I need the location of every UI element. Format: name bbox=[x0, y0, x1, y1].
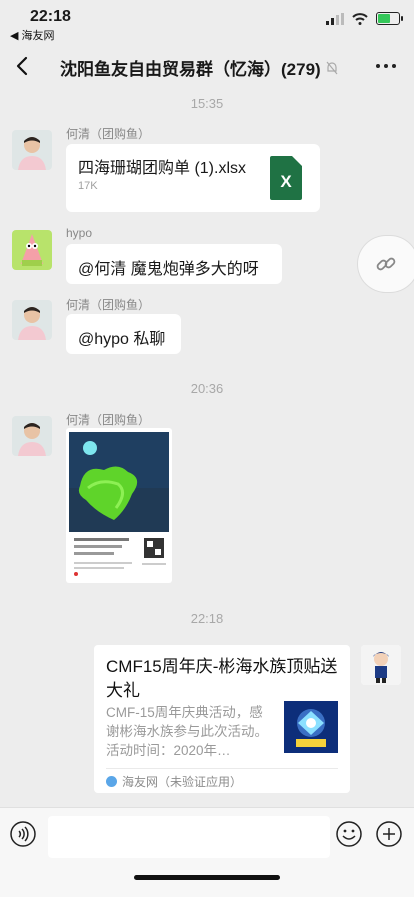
back-arrow-icon[interactable] bbox=[12, 53, 34, 79]
avatar[interactable] bbox=[12, 416, 52, 456]
wifi-icon bbox=[352, 12, 368, 25]
link-icon bbox=[376, 257, 396, 271]
link-card-message[interactable]: CMF15周年庆-彬海水族顶贴送大礼 CMF-15周年庆典活动，感谢彬海水族参与… bbox=[94, 645, 350, 793]
input-bar bbox=[0, 807, 414, 897]
avatar[interactable] bbox=[12, 300, 52, 340]
text-message[interactable]: @何清 魔鬼炮弹多大的呀 bbox=[66, 244, 282, 284]
battery-icon bbox=[376, 12, 403, 25]
avatar[interactable] bbox=[12, 130, 52, 170]
more-options-icon[interactable] bbox=[376, 64, 396, 68]
sender-name: 何清（团购鱼） bbox=[66, 413, 151, 427]
my-avatar[interactable] bbox=[361, 645, 401, 685]
card-divider bbox=[106, 768, 338, 769]
message-text: @何清 魔鬼炮弹多大的呀 bbox=[78, 261, 259, 278]
source-app-icon bbox=[106, 776, 117, 787]
status-icons bbox=[326, 12, 403, 25]
sender-name: 何清（团购鱼） bbox=[66, 127, 151, 141]
timestamp: 20:36 bbox=[190, 381, 224, 396]
plus-icon[interactable] bbox=[376, 821, 402, 847]
card-thumbnail bbox=[284, 701, 338, 753]
status-bar: 22:18 ◀ 海友网 bbox=[0, 0, 414, 44]
chat-title: 沈阳鱼友自由贸易群（忆海）(279) bbox=[60, 60, 321, 79]
file-size: 17K bbox=[78, 180, 98, 192]
chat-header: 沈阳鱼友自由贸易群（忆海）(279) bbox=[0, 44, 414, 88]
card-source: 海友网（未验证应用） bbox=[106, 773, 242, 790]
timestamp: 15:35 bbox=[190, 96, 224, 111]
sender-name: hypo bbox=[66, 226, 93, 240]
card-description: CMF-15周年庆典活动，感谢彬海水族参与此次活动。活动时间：2020年… bbox=[106, 705, 268, 758]
coral-photo bbox=[69, 432, 169, 580]
home-indicator[interactable] bbox=[134, 875, 280, 880]
message-text: @hypo 私聊 bbox=[78, 331, 166, 348]
voice-icon[interactable] bbox=[10, 821, 36, 847]
image-message[interactable] bbox=[66, 428, 172, 583]
back-to-app-link[interactable]: ◀ 海友网 bbox=[10, 27, 55, 43]
avatar[interactable] bbox=[12, 230, 52, 270]
text-message[interactable]: @hypo 私聊 bbox=[66, 314, 181, 354]
mute-bell-icon bbox=[326, 61, 338, 74]
excel-file-icon: X bbox=[270, 156, 302, 200]
file-name: 四海珊瑚团购单 (1).xlsx bbox=[78, 160, 247, 177]
message-input[interactable] bbox=[48, 816, 330, 858]
timestamp: 22:18 bbox=[190, 611, 224, 626]
status-time: 22:18 bbox=[30, 8, 71, 25]
chat-title-row: 沈阳鱼友自由贸易群（忆海）(279) bbox=[60, 55, 339, 80]
signal-icon bbox=[326, 12, 344, 25]
sender-name: 何清（团购鱼） bbox=[66, 298, 151, 312]
card-title: CMF15周年庆-彬海水族顶贴送大礼 bbox=[106, 657, 338, 700]
emoji-icon[interactable] bbox=[336, 821, 362, 847]
source-label: 海友网（未验证应用） bbox=[122, 775, 243, 789]
file-message[interactable]: 四海珊瑚团购单 (1).xlsx 17K X bbox=[66, 144, 320, 212]
link-float-button[interactable] bbox=[358, 236, 414, 292]
